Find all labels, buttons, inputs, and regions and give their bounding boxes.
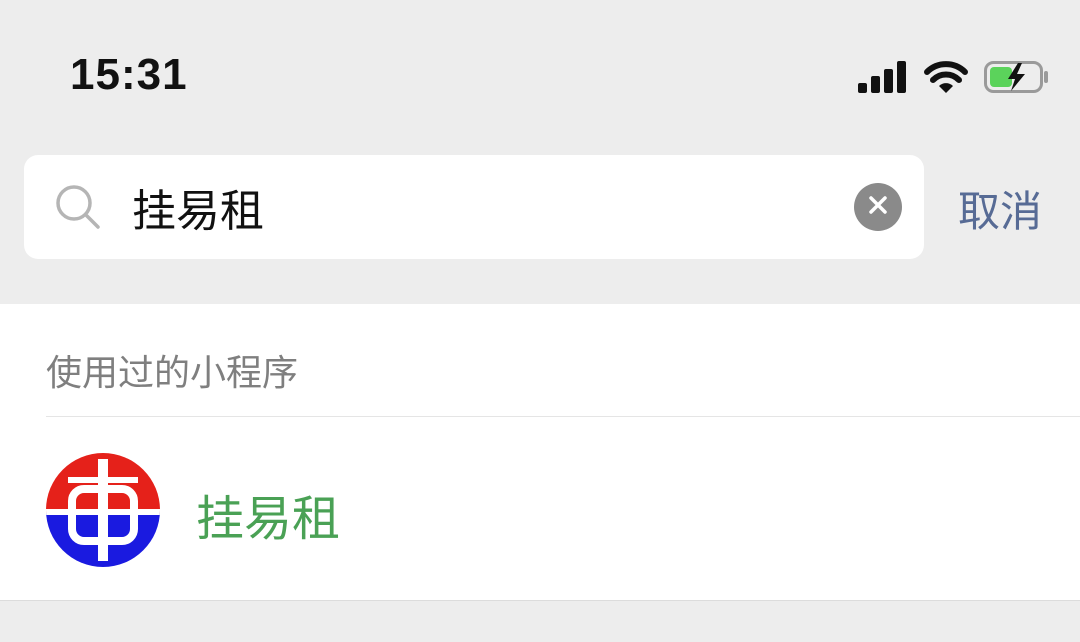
app-logo-icon [46,453,160,567]
app-name: 挂易租 [196,491,341,547]
divider [0,600,1080,601]
search-box[interactable] [24,155,924,259]
search-input[interactable] [132,173,832,241]
battery-charging-icon [984,60,1050,98]
close-icon [867,194,889,220]
search-bar: 取消 [0,140,1080,300]
cancel-button[interactable]: 取消 [958,178,1042,239]
search-results: 使用过的小程序 挂易租 [0,304,1080,600]
section-title: 使用过的小程序 [46,353,299,394]
wifi-icon [924,60,968,98]
cellular-signal-icon [858,61,908,97]
list-item[interactable]: 挂易租 [0,417,1080,600]
clear-search-button[interactable] [854,183,902,231]
status-icons [858,58,1050,100]
status-time: 15:31 [70,50,188,99]
search-icon [54,183,102,235]
status-bar: 15:31 [0,0,1080,140]
